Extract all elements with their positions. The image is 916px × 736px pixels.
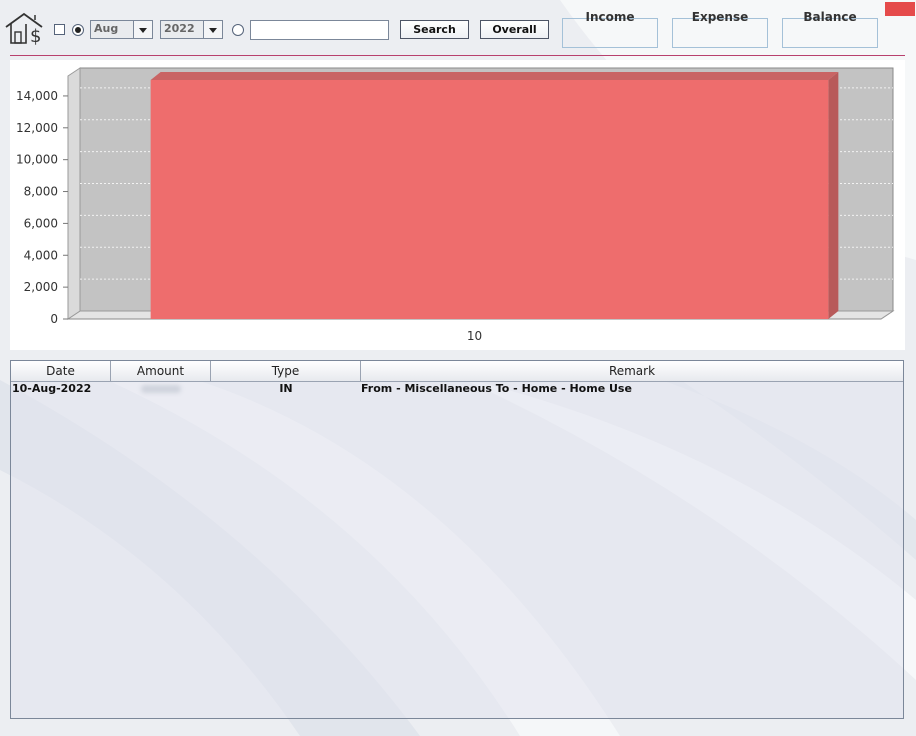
chevron-down-icon[interactable]: [134, 21, 152, 38]
search-input[interactable]: [250, 20, 389, 40]
table-header: Date Amount Type Remark: [11, 361, 903, 382]
column-header-date[interactable]: Date: [11, 361, 111, 381]
income-label: Income: [585, 10, 635, 24]
month-select[interactable]: Aug: [90, 20, 153, 39]
year-select-value: 2022: [161, 21, 204, 38]
bar-chart: 0 2,000 4,000 6,000 8,000 10,000 12,000 14,000 1…: [16, 67, 895, 343]
year-select[interactable]: 2022: [160, 20, 223, 39]
search-radio[interactable]: [232, 24, 244, 36]
close-button[interactable]: [885, 2, 915, 16]
plot-side-wall: [67, 67, 81, 320]
x-tick-label: 10: [467, 329, 482, 343]
cell-remark: From - Miscellaneous To - Home - Home Us…: [361, 382, 632, 395]
column-header-amount[interactable]: Amount: [111, 361, 211, 381]
income-summary-box: Income: [562, 10, 658, 48]
date-filter-checkbox[interactable]: [54, 24, 65, 35]
balance-label: Balance: [803, 10, 857, 24]
month-select-value: Aug: [91, 21, 134, 38]
column-header-type[interactable]: Type: [211, 361, 361, 381]
cell-type: IN: [279, 382, 293, 395]
y-tick-label: 2,000: [24, 280, 58, 294]
chart-panel: 0 2,000 4,000 6,000 8,000 10,000 12,000 14,000 1…: [10, 60, 905, 350]
balance-summary-box: Balance: [782, 10, 878, 48]
transactions-table: Date Amount Type Remark 10-Aug-2022 IN F…: [10, 360, 904, 719]
month-year-radio[interactable]: [72, 24, 84, 36]
column-header-remark[interactable]: Remark: [361, 361, 903, 381]
y-tick-label: 6,000: [24, 216, 58, 230]
table-row[interactable]: 10-Aug-2022 IN From - Miscellaneous To -…: [11, 381, 903, 397]
home-money-icon[interactable]: $: [4, 11, 48, 45]
bar-top: [150, 72, 839, 80]
y-tick-label: 0: [50, 312, 58, 326]
y-tick-label: 10,000: [16, 153, 58, 167]
overall-button[interactable]: Overall: [480, 20, 549, 39]
bar-side: [828, 72, 839, 319]
expense-label: Expense: [691, 10, 749, 24]
bar: [150, 80, 829, 319]
svg-text:$: $: [30, 26, 41, 45]
chevron-down-icon[interactable]: [204, 21, 222, 38]
cell-amount: [111, 381, 211, 397]
y-tick-label: 8,000: [24, 185, 58, 199]
y-tick-label: 4,000: [24, 248, 58, 262]
toolbar-divider: [10, 55, 905, 56]
amount-redacted: [141, 385, 181, 393]
y-tick-label: 14,000: [16, 89, 58, 103]
expense-summary-box: Expense: [672, 10, 768, 48]
y-tick-label: 12,000: [16, 121, 58, 135]
search-button[interactable]: Search: [400, 20, 469, 39]
cell-date: 10-Aug-2022: [12, 382, 92, 395]
